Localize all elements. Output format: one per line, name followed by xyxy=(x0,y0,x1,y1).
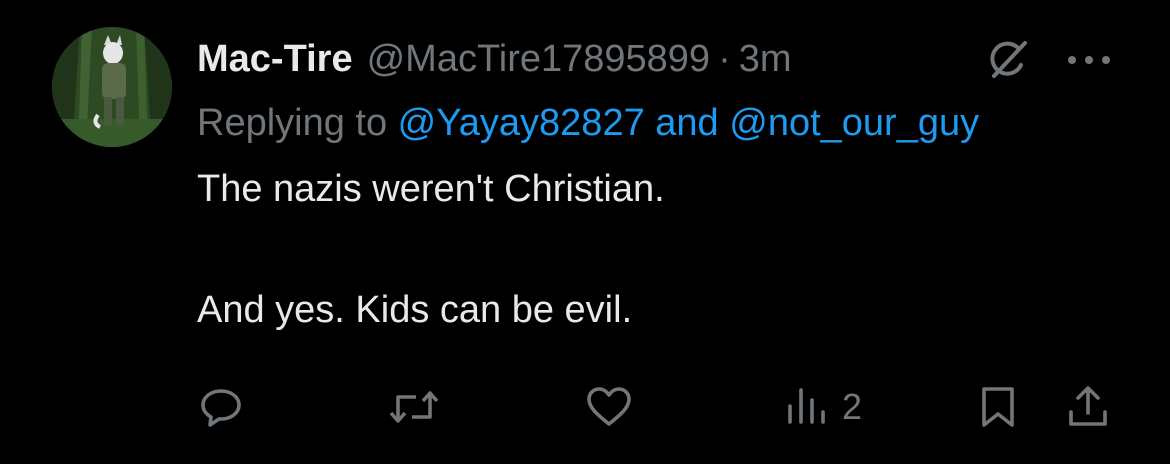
more-icon[interactable] xyxy=(1064,50,1114,70)
retweet-icon xyxy=(389,391,439,423)
replying-to: Replying to @Yayay82827 and @not_our_guy xyxy=(197,100,979,146)
tweet-text-line: And yes. Kids can be evil. xyxy=(197,289,633,331)
avatar[interactable] xyxy=(52,27,172,147)
reply-icon xyxy=(201,389,241,427)
like-button[interactable] xyxy=(584,384,634,430)
reply-button[interactable] xyxy=(198,384,244,430)
mention-link[interactable]: @not_our_guy xyxy=(729,102,979,144)
bookmark-button[interactable] xyxy=(978,384,1018,430)
views-count: 2 xyxy=(842,386,863,427)
share-button[interactable] xyxy=(1066,384,1110,430)
tweet-header: Mac-Tire @MacTire17895899 · 3m xyxy=(197,36,792,82)
bookmark-icon xyxy=(982,387,1014,427)
grok-icon[interactable] xyxy=(985,38,1029,82)
timestamp[interactable]: 3m xyxy=(739,36,792,82)
replying-to-and: and xyxy=(655,102,730,144)
views-chart-icon xyxy=(788,388,825,424)
tweet-text-line: The nazis weren't Christian. xyxy=(197,168,665,210)
display-name[interactable]: Mac-Tire xyxy=(197,36,353,82)
share-icon xyxy=(1069,386,1107,426)
separator-dot: · xyxy=(718,38,731,80)
mention-link[interactable]: @Yayay82827 xyxy=(398,102,656,144)
retweet-button[interactable] xyxy=(386,384,442,430)
heart-icon xyxy=(587,387,631,426)
tweet: Mac-Tire @MacTire17895899 · 3m Replying … xyxy=(0,0,1170,464)
user-handle[interactable]: @MacTire17895899 xyxy=(367,36,710,82)
avatar-image xyxy=(52,27,172,147)
views-button[interactable]: 2 xyxy=(786,384,862,430)
replying-to-label: Replying to xyxy=(197,102,398,144)
